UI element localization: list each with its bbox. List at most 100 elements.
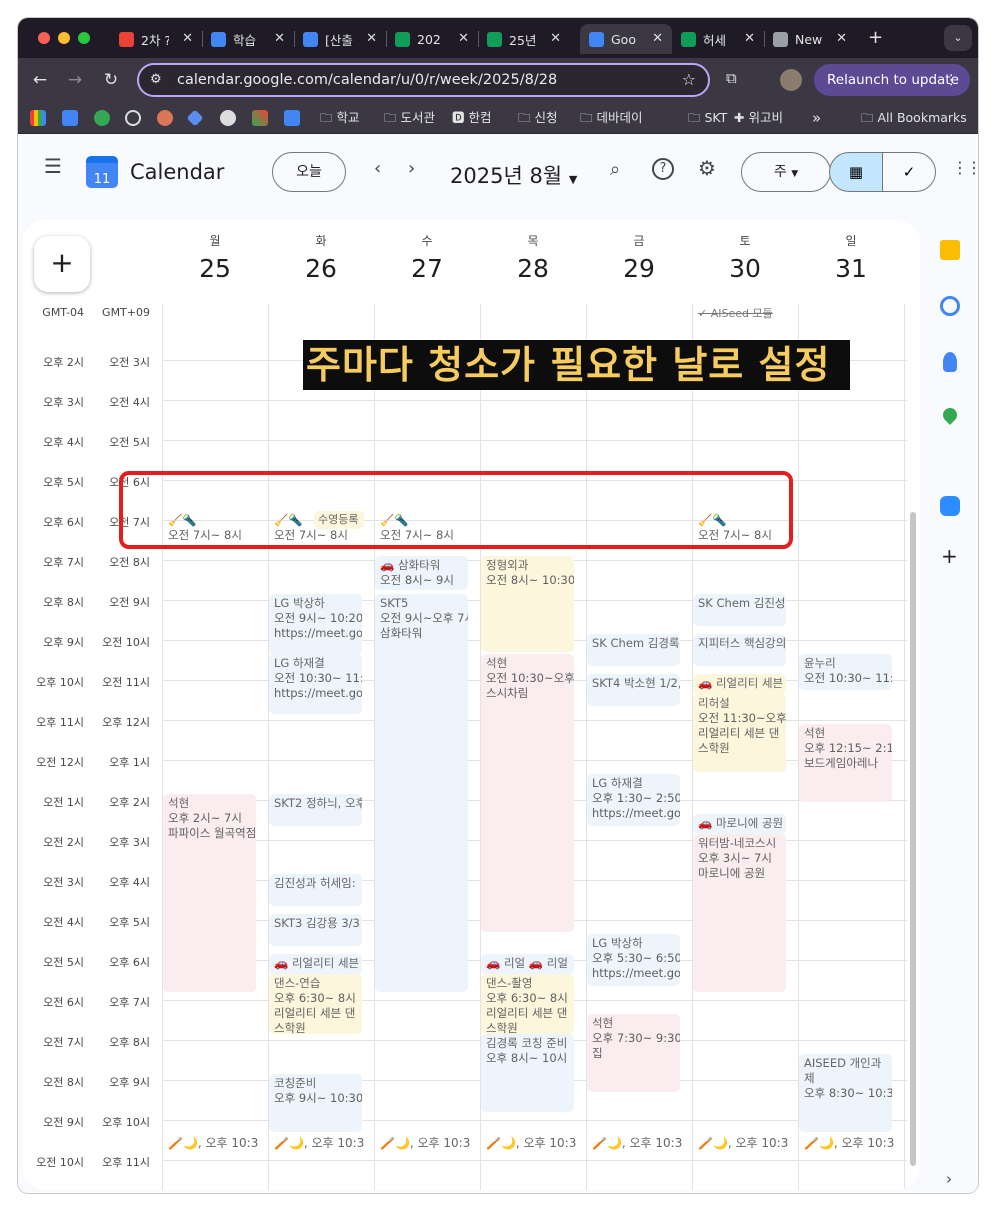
google-apps-icon[interactable]: ⋮⋮⋮	[952, 158, 978, 177]
close-icon[interactable]: ✕	[182, 31, 193, 46]
event-block[interactable]: SKT3 김강용 3/3	[269, 914, 362, 946]
event-block[interactable]: 🚗 마로니에 공원	[693, 814, 786, 834]
tab-6[interactable]: Goo ✕	[580, 24, 672, 54]
close-icon[interactable]: ✕	[836, 31, 847, 46]
help-icon[interactable]: ?	[652, 158, 674, 180]
close-icon[interactable]: ✕	[366, 31, 377, 46]
forward-button[interactable]: →	[62, 67, 88, 93]
maximize-window-button[interactable]	[78, 32, 90, 44]
avatar[interactable]	[780, 69, 802, 91]
reload-button[interactable]: ↻	[98, 67, 124, 93]
event-block[interactable]: SKT4 박소현 1/2,	[587, 674, 680, 706]
event-block[interactable]: 🚗 삼화타워 오전 8시~ 9시	[375, 556, 468, 590]
prev-week-button[interactable]: ‹	[374, 158, 381, 179]
bookmark-5[interactable]: 🗀 데바데이	[580, 109, 643, 127]
event-block[interactable]: 석현 오후 7:30~ 9:30 집	[587, 1014, 680, 1092]
event-block[interactable]: 🪥🌙, 오후 10:3	[587, 1134, 685, 1154]
all-bookmarks[interactable]: 🗀 All Bookmarks	[861, 109, 967, 127]
bookmark-4[interactable]: 🗀 신청	[518, 109, 558, 127]
tasks-icon[interactable]	[940, 296, 960, 316]
event-block[interactable]: 🪥🌙, 오후 10:3	[269, 1134, 367, 1154]
close-icon[interactable]: ✕	[458, 31, 469, 46]
event-block[interactable]: 김진성과 허세임:	[269, 874, 362, 906]
bookmark-3[interactable]: 🅳 한컴	[452, 109, 492, 127]
calendar-view-toggle[interactable]: ▦	[829, 152, 883, 192]
close-icon[interactable]: ✕	[652, 31, 663, 46]
bookmark-6[interactable]: 🗀 SKT	[688, 109, 727, 127]
event-block[interactable]: 🪥🌙, 오후 10:3	[481, 1134, 579, 1154]
day-number-7[interactable]: 31	[798, 254, 904, 283]
event-block[interactable]: 🪥🌙, 오후 10:3	[799, 1134, 897, 1154]
tab-8[interactable]: New ✕	[764, 24, 856, 54]
relaunch-button[interactable]: Relaunch to update ⋮	[814, 64, 970, 96]
event-block[interactable]: 윤누리오전 10:30~ 11:30	[799, 654, 892, 690]
event-block[interactable]: 🪥🌙, 오후 10:3	[693, 1134, 791, 1154]
event-block[interactable]: 석현오전 10:30~오후 5스시차림	[481, 654, 574, 932]
event-block[interactable]: 워터밤-네코스시 오후 3시~ 7시 마로니에 공원	[693, 834, 786, 992]
view-switcher[interactable]: 주 ▼	[741, 152, 831, 192]
close-icon[interactable]: ✕	[274, 31, 285, 46]
expand-panel-icon[interactable]: ›	[946, 1170, 952, 1188]
apps-icon[interactable]	[30, 110, 46, 126]
event-block[interactable]: 코칭준비 오후 9시~ 10:30	[269, 1074, 362, 1132]
event-block[interactable]: 🚗 리얼리티 세븐	[693, 674, 786, 694]
mail-bookmark-icon[interactable]	[284, 110, 300, 126]
more-bookmarks-icon[interactable]: »	[812, 109, 821, 127]
check-bookmark-icon[interactable]	[94, 110, 110, 126]
tasks-view-toggle[interactable]: ✓	[882, 152, 936, 192]
next-week-button[interactable]: ›	[408, 158, 415, 179]
new-tab-button[interactable]: +	[868, 27, 883, 48]
today-button[interactable]: 오늘	[272, 152, 346, 192]
event-block[interactable]: AISEED 개인과 제 오후 8:30~ 10:30	[799, 1054, 892, 1132]
event-block[interactable]: 석현 오후 2시~ 7시 파파이스 월곡역점	[163, 794, 256, 992]
calendar-bookmark-icon[interactable]	[62, 110, 78, 126]
site-settings-icon[interactable]: ⚙	[150, 65, 162, 95]
event-block[interactable]: LG 박상하 오전 9시~ 10:20 https://meet.go	[269, 594, 362, 654]
day-number-1[interactable]: 25	[162, 254, 268, 283]
event-block[interactable]: 🚗 리얼리티 세븐	[269, 954, 362, 974]
tab-2[interactable]: 학습 ✕	[202, 24, 294, 54]
allday-task[interactable]: ✓ AISeed 모듈	[698, 305, 773, 321]
tab-search-button[interactable]: ⌄	[944, 25, 972, 51]
month-picker[interactable]: 2025년 8월 ▼	[450, 160, 577, 190]
tab-4[interactable]: 202 ✕	[386, 24, 478, 54]
add-addon-icon[interactable]: +	[941, 544, 958, 568]
contacts-icon[interactable]	[943, 352, 957, 372]
back-button[interactable]: ←	[27, 67, 53, 93]
create-event-button[interactable]: +	[34, 236, 90, 292]
claude-bookmark-icon[interactable]	[157, 110, 173, 126]
gemini-bookmark-icon[interactable]	[186, 109, 204, 127]
url-bar[interactable]: ⚙ calendar.google.com/calendar/u/0/r/wee…	[137, 63, 710, 97]
extensions-icon[interactable]: ⧉	[726, 69, 746, 89]
event-block[interactable]: SK Chem 김진성	[693, 594, 786, 626]
event-block[interactable]: LG 박상하 오후 5:30~ 6:50 https://meet.go	[587, 934, 680, 986]
settings-gear-icon[interactable]: ⚙	[698, 156, 716, 180]
bookmark-2[interactable]: 🗀 도서관	[384, 109, 435, 127]
main-menu-icon[interactable]: ☰	[44, 154, 62, 178]
close-window-button[interactable]	[38, 32, 50, 44]
event-block[interactable]: 김경록 코칭 준비 오후 8시~ 10시	[481, 1034, 574, 1112]
event-block[interactable]: 🪥🌙, 오후 10:3	[163, 1134, 261, 1154]
event-block[interactable]: SK Chem 김경록	[587, 634, 680, 666]
bookmark-7[interactable]: ✚ 위고비	[734, 109, 783, 127]
openai-bookmark-icon[interactable]	[125, 110, 141, 126]
close-icon[interactable]: ✕	[744, 31, 755, 46]
event-block[interactable]: SKT5 오전 9시~오후 7시 삼화타워	[375, 594, 468, 992]
bookmark-star-icon[interactable]: ☆	[682, 65, 696, 95]
event-block[interactable]: 지피터스 핵심강의	[693, 634, 786, 666]
day-number-5[interactable]: 29	[586, 254, 692, 283]
day-number-2[interactable]: 26	[268, 254, 374, 283]
event-block[interactable]: 댄스-촬영 오후 6:30~ 8시 리얼리티 세븐 댄 스학원	[481, 974, 574, 1034]
event-block[interactable]: 댄스-연습 오후 6:30~ 8시 리얼리티 세븐 댄 스학원	[269, 974, 362, 1034]
tab-5[interactable]: 25년 ✕	[478, 24, 570, 54]
search-icon[interactable]: ⌕	[610, 159, 620, 180]
event-block[interactable]: 석현 오후 12:15~ 2:15 보드게임아레나	[799, 724, 892, 802]
keep-icon[interactable]	[940, 240, 960, 260]
event-block[interactable]: 🪥🌙, 오후 10:3	[375, 1134, 473, 1154]
event-block[interactable]: 🚗 리얼 🚗 리얼	[481, 954, 574, 974]
day-number-6[interactable]: 30	[692, 254, 798, 283]
more-menu-icon[interactable]: ⋮	[945, 64, 959, 96]
scrollbar[interactable]	[910, 512, 916, 1166]
minimize-window-button[interactable]	[58, 32, 70, 44]
event-block[interactable]: SKT2 정하늬, 오후	[269, 794, 362, 826]
